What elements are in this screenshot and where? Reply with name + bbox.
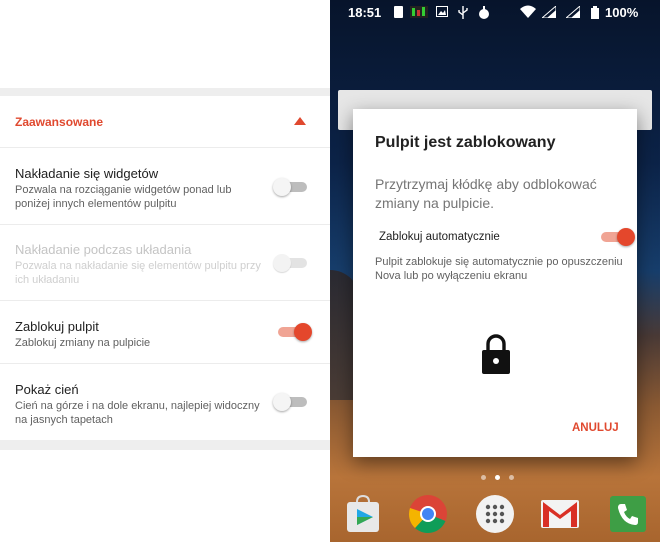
gmail-icon[interactable] xyxy=(540,494,580,534)
auto-lock-label: Zablokuj automatycznie xyxy=(379,231,500,243)
home-screen: 18:51 100% Pulpit jest zablokowany Przyt… xyxy=(330,0,660,542)
setting-description: Pozwala na nakładanie się elementów pulp… xyxy=(15,260,261,286)
usb-icon xyxy=(458,6,468,19)
signal-icon xyxy=(566,6,580,18)
app-drawer-icon[interactable] xyxy=(475,494,515,534)
phone-icon[interactable] xyxy=(608,494,648,534)
play-store-icon[interactable] xyxy=(343,494,383,534)
setting-title: Pokaż cień xyxy=(15,382,79,397)
equalizer-icon xyxy=(410,6,428,18)
lock-desktop-switch[interactable] xyxy=(276,321,312,343)
section-divider xyxy=(0,440,330,450)
setting-lock-desktop[interactable]: Zablokuj pulpit Zablokuj zmiany na pulpi… xyxy=(0,301,330,364)
dialog-title: Pulpit jest zablokowany xyxy=(375,134,556,151)
setting-title: Nakładanie się widgetów xyxy=(15,166,159,181)
setting-show-shadow[interactable]: Pokaż cień Cień na górze i na dole ekran… xyxy=(0,364,330,440)
dialog-note: Pulpit zablokuje się automatycznie po op… xyxy=(375,256,623,282)
cancel-button[interactable]: ANULUJ xyxy=(572,422,619,434)
overlap-while-arranging-switch xyxy=(273,252,309,274)
page-indicator xyxy=(478,474,518,482)
settings-screen: Zaawansowane Nakładanie się widgetów Poz… xyxy=(0,0,330,542)
section-header-advanced[interactable]: Zaawansowane xyxy=(0,96,330,148)
notification-drop-icon xyxy=(479,6,489,19)
dock xyxy=(330,490,660,542)
lock-icon[interactable] xyxy=(480,333,512,375)
setting-title: Nakładanie podczas układania xyxy=(15,242,192,257)
sd-card-icon xyxy=(394,6,403,18)
show-shadow-switch[interactable] xyxy=(273,391,309,413)
setting-description: Zablokuj zmiany na pulpicie xyxy=(15,337,151,349)
section-divider xyxy=(0,88,330,96)
auto-lock-switch[interactable] xyxy=(599,226,635,248)
section-title: Zaawansowane xyxy=(15,115,104,129)
collapse-arrow-icon[interactable] xyxy=(293,116,307,126)
chrome-icon[interactable] xyxy=(408,494,448,534)
setting-overlap-while-arranging: Nakładanie podczas układania Pozwala na … xyxy=(0,225,330,301)
gallery-icon xyxy=(436,6,448,17)
signal-icon xyxy=(542,6,556,18)
battery-percent: 100% xyxy=(605,5,639,20)
status-time: 18:51 xyxy=(348,5,382,20)
battery-icon xyxy=(591,6,599,19)
setting-description: Cień na górze i na dole ekranu, najlepie… xyxy=(15,400,260,426)
setting-description: Pozwala na rozciąganie widgetów ponad lu… xyxy=(15,184,232,210)
wifi-icon xyxy=(520,5,536,18)
widget-overlap-switch[interactable] xyxy=(273,176,309,198)
setting-widget-overlap[interactable]: Nakładanie się widgetów Pozwala na rozci… xyxy=(0,149,330,225)
lock-dialog: Pulpit jest zablokowany Przytrzymaj kłód… xyxy=(353,109,637,457)
status-bar: 18:51 100% xyxy=(330,0,660,24)
setting-title: Zablokuj pulpit xyxy=(15,319,99,334)
dialog-message: Przytrzymaj kłódkę aby odblokować zmiany… xyxy=(375,176,597,211)
